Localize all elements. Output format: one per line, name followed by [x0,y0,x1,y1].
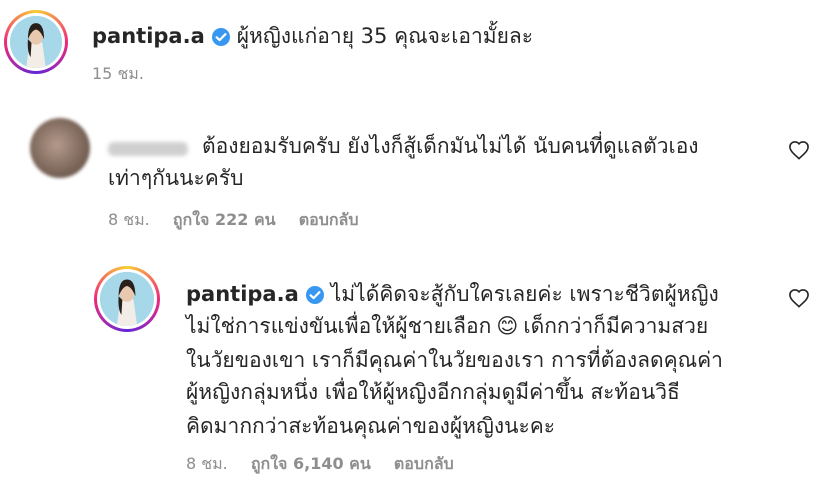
post-caption-text: ผู้หญิงแก่อายุ 35 คุณจะเอามั้ยละ [236,24,534,48]
post-author-avatar[interactable] [4,10,68,74]
reply-line-3: ในวัยของเขา เราก็มีคุณค่าในวัยของเรา การ… [186,344,723,377]
reply-line-4: ผู้หญิงกลุ่มหนึ่ง เพื่อให้ผู้หญิงอีกกลุ่… [186,376,680,409]
comment-line-1: ต้องยอมรับครับ ยังไงก็สู้เด็กมันไม่ได้ น… [108,130,699,163]
commenter-username-blurred[interactable] [108,141,188,156]
comment-reply-button[interactable]: ตอบกลับ [299,210,359,229]
reply-text-line2a: ไม่ใช่การแข่งขันเพื่อให้ผู้ชายเลือก [186,314,492,338]
reply-timestamp[interactable]: 8 ชม. [186,454,228,473]
reply-line-2: ไม่ใช่การแข่งขันเพื่อให้ผู้ชายเลือก 😊 เด… [186,310,708,343]
reply-line-1: pantipa.a ไม่ได้คิดจะสู้กับใครเลยค่ะ เพร… [186,278,719,311]
reply-username[interactable]: pantipa.a [186,282,299,306]
verified-badge-icon [305,285,324,304]
avatar-image [100,272,154,326]
post-timestamp[interactable]: 15 ชม. [92,64,144,83]
reply-reply-button[interactable]: ตอบกลับ [394,454,454,473]
reply-line-5: คิดมากกว่าสะท้อนคุณค่าของผู้หญิงนะคะ [186,410,555,443]
reply-text-line2b: เด็กกว่าก็มีความสวย [523,314,709,338]
avatar-image [10,16,62,68]
commenter-avatar[interactable] [30,118,90,178]
reply-text-line4: ผู้หญิงกลุ่มหนึ่ง เพื่อให้ผู้หญิงอีกกลุ่… [186,380,680,404]
reply-likes[interactable]: ถูกใจ 6,140 คน [251,454,371,473]
reply-text-line5: คิดมากกว่าสะท้อนคุณค่าของผู้หญิงนะคะ [186,414,556,438]
post-caption-row: pantipa.a ผู้หญิงแก่อายุ 35 คุณจะเอามั้ย… [92,20,533,53]
reply-text-line1: ไม่ได้คิดจะสู้กับใครเลยค่ะ เพราะชีวิตผู้… [330,282,719,306]
post-meta: 15 ชม. [92,62,162,87]
heart-icon[interactable] [788,288,810,308]
comment-line-2: เท่าๆกันนะครับ [108,162,243,195]
comment-meta: 8 ชม. ถูกใจ 222 คน ตอบกลับ [108,208,377,233]
reply-author-avatar[interactable] [94,266,160,332]
comment-timestamp[interactable]: 8 ชม. [108,210,150,229]
comment-text-line1: ต้องยอมรับครับ ยังไงก็สู้เด็กมันไม่ได้ น… [202,134,699,158]
reply-text-line3: ในวัยของเขา เราก็มีคุณค่าในวัยของเรา การ… [186,348,723,372]
post-username[interactable]: pantipa.a [92,24,205,48]
verified-badge-icon [211,27,230,46]
heart-icon[interactable] [788,140,810,160]
reply-meta: 8 ชม. ถูกใจ 6,140 คน ตอบกลับ [186,452,472,477]
comment-text-line2: เท่าๆกันนะครับ [108,166,244,190]
comment-likes[interactable]: ถูกใจ 222 คน [173,210,276,229]
smile-emoji: 😊 [496,314,519,338]
